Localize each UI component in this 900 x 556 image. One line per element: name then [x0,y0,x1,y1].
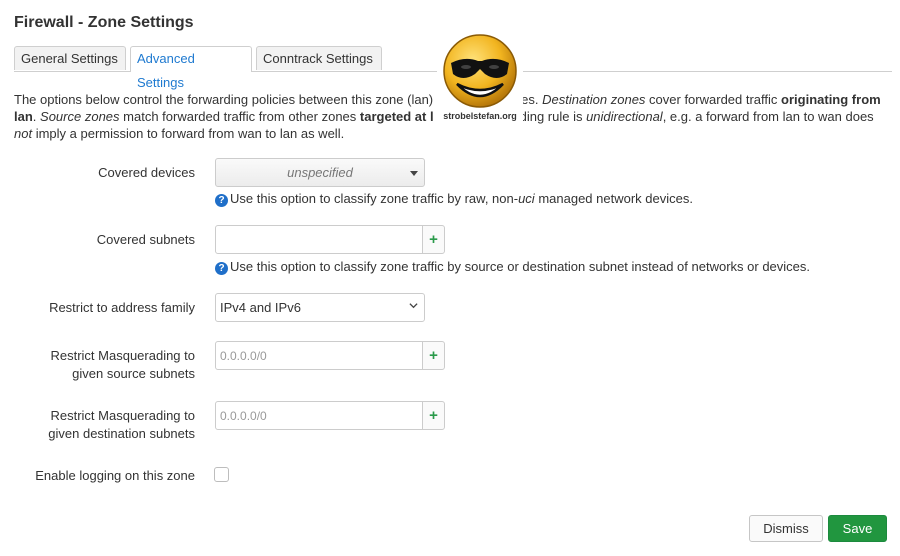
covered-devices-help-text: Use this option to classify zone traffic… [230,191,519,206]
covered-devices-value: unspecified [287,165,353,180]
covered-devices-help-uci: uci [518,191,535,206]
covered-devices-help: ? Use this option to classify zone traffi… [215,191,693,207]
masq-src-label-line1: Restrict Masquerading to [50,348,195,363]
masq-src-list: + [215,341,445,370]
masq-src-input[interactable] [215,341,423,370]
add-covered-subnet-button[interactable]: + [422,225,445,254]
logging-checkbox[interactable] [214,467,229,482]
masq-dest-label-line1: Restrict Masquerading to [50,408,195,423]
address-family-value: IPv4 and IPv6 [220,300,301,315]
address-family-select[interactable]: IPv4 and IPv6 [215,293,425,322]
masq-dest-list: + [215,401,445,430]
watermark-logo: strobelstefan.org [437,30,523,126]
desc-text-1: The options below control the forwarding… [14,92,434,107]
covered-subnets-help: ? Use this option to classify zone traffi… [215,259,810,275]
masq-dest-label: Restrict Masquerading to given destinati… [14,407,195,443]
covered-devices-dropdown[interactable]: unspecified [215,158,425,187]
masq-dest-label-line2: given destination subnets [48,426,195,441]
logging-label: Enable logging on this zone [35,468,195,483]
zone-settings-dialog: Firewall - Zone Settings General Setting… [0,0,900,556]
add-masq-src-button[interactable]: + [422,341,445,370]
desc-text-8: imply a permission to forward from wan t… [32,126,345,141]
caret-down-icon [410,171,418,176]
desc-targeted-at: targeted at l [359,109,434,124]
desc-unidirectional: unidirectional [586,109,663,124]
desc-text-7: , e.g. a forward from lan to wan does [662,109,874,124]
desc-text-3: cover forwarded traffic [645,92,782,107]
desc-source-zones: Source zones [40,109,120,124]
covered-subnets-help-text: Use this option to classify zone traffic… [230,259,811,274]
dismiss-button[interactable]: Dismiss [749,515,823,542]
covered-devices-label: Covered devices [98,165,195,180]
help-icon: ? [215,194,228,207]
desc-text-4: . [32,109,41,124]
add-masq-dest-button[interactable]: + [422,401,445,430]
help-icon: ? [215,262,228,275]
desc-text-2: es. [521,92,543,107]
chevron-down-icon [409,303,418,309]
covered-subnets-input[interactable] [215,225,423,254]
masq-src-label: Restrict Masquerading to given source su… [14,347,195,383]
covered-subnets-label: Covered subnets [96,232,195,247]
desc-text-6: ding rule is [519,109,587,124]
covered-devices-help-text-2: managed network devices. [534,191,693,206]
desc-not: not [14,126,33,141]
desc-destination-zones: Destination zones [542,92,646,107]
tab-conntrack-settings[interactable]: Conntrack Settings [256,46,382,70]
dialog-title: Firewall - Zone Settings [14,14,194,31]
tab-advanced-settings[interactable]: Advanced Settings [130,46,252,90]
watermark-text: strobelstefan.org [443,111,517,121]
save-button[interactable]: Save [828,515,887,542]
tab-general-settings[interactable]: General Settings [14,46,126,70]
sunglasses-smiley-icon [443,34,517,108]
covered-subnets-list: + [215,225,445,254]
desc-text-5: match forwarded traffic from other zones [119,109,360,124]
masq-dest-input[interactable] [215,401,423,430]
masq-src-label-line2: given source subnets [72,366,195,381]
address-family-label: Restrict to address family [49,300,195,315]
